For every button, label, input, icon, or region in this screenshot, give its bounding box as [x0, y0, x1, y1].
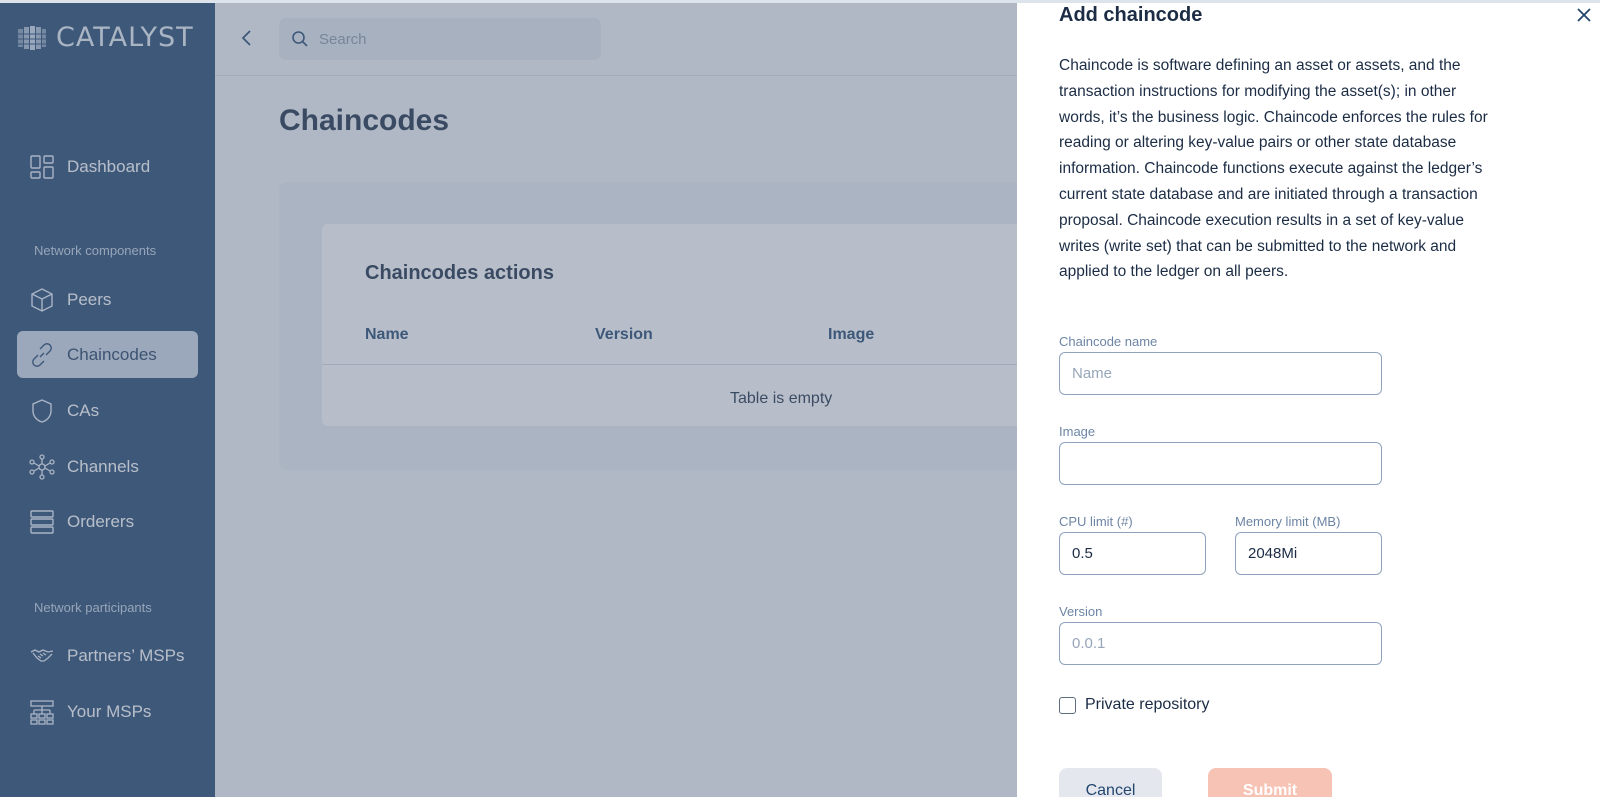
cpu-limit-label: CPU limit (#): [1059, 514, 1133, 529]
version-input[interactable]: 0.0.1: [1059, 622, 1382, 665]
private-repository-checkbox[interactable]: [1059, 697, 1076, 714]
image-input[interactable]: [1059, 442, 1382, 485]
version-placeholder: 0.0.1: [1072, 635, 1106, 652]
cancel-button[interactable]: Cancel: [1059, 768, 1162, 797]
chaincode-name-label: Chaincode name: [1059, 334, 1158, 349]
add-chaincode-drawer: Add chaincode Chaincode is software defi…: [1017, 0, 1600, 797]
top-border: [0, 0, 1600, 3]
memory-limit-label: Memory limit (MB): [1235, 514, 1341, 529]
chaincode-name-input[interactable]: Name: [1059, 352, 1382, 395]
cpu-limit-value: 0.5: [1072, 545, 1093, 562]
drawer-title: Add chaincode: [1059, 4, 1203, 26]
memory-limit-value: 2048Mi: [1248, 545, 1298, 562]
cpu-limit-input[interactable]: 0.5: [1059, 532, 1206, 575]
close-icon[interactable]: [1575, 6, 1593, 24]
submit-button[interactable]: Submit: [1208, 768, 1332, 797]
image-label: Image: [1059, 424, 1096, 439]
version-label: Version: [1059, 604, 1103, 619]
memory-limit-input[interactable]: 2048Mi: [1235, 532, 1382, 575]
drawer-description: Chaincode is software defining an asset …: [1059, 57, 1488, 281]
chaincode-name-placeholder: Name: [1072, 365, 1113, 382]
private-repository-label[interactable]: Private repository: [1085, 696, 1210, 714]
modal-backdrop[interactable]: [0, 0, 1017, 797]
